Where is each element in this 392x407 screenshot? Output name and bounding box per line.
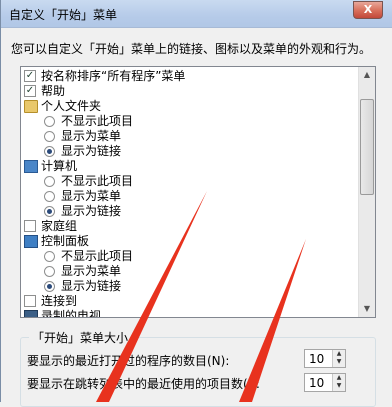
annotation-arrow-right (239, 239, 306, 402)
annotation-arrows (96, 191, 306, 402)
customize-start-menu-dialog: 自定义「开始」菜单 X 您可以自定义「开始」菜单上的链接、图标以及菜单的外观和行… (0, 0, 392, 407)
annotation-arrow-left (96, 191, 207, 402)
